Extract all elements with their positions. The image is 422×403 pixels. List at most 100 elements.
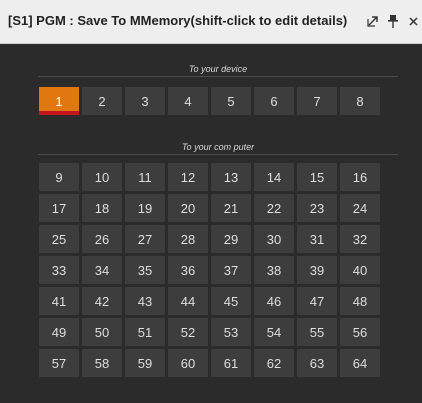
computer-memory-button-15[interactable]: 15	[297, 163, 337, 191]
memory-slot-label: 28	[180, 231, 196, 247]
computer-memory-button-50[interactable]: 50	[82, 318, 122, 346]
close-icon[interactable]	[406, 13, 420, 29]
memory-slot-label: 36	[180, 262, 196, 278]
computer-memory-button-20[interactable]: 20	[168, 194, 208, 222]
computer-memory-button-13[interactable]: 13	[211, 163, 251, 191]
computer-memory-button-56[interactable]: 56	[340, 318, 380, 346]
memory-slot-label: 6	[270, 93, 278, 109]
memory-slot-label: 20	[180, 200, 196, 216]
computer-memory-button-60[interactable]: 60	[168, 349, 208, 377]
device-memory-button-1[interactable]: 1	[39, 87, 79, 115]
memory-slot-label: 43	[137, 293, 153, 309]
computer-memory-button-22[interactable]: 22	[254, 194, 294, 222]
computer-memory-button-62[interactable]: 62	[254, 349, 294, 377]
memory-slot-label: 53	[223, 324, 239, 340]
computer-memory-button-44[interactable]: 44	[168, 287, 208, 315]
computer-memory-button-26[interactable]: 26	[82, 225, 122, 253]
computer-memory-button-9[interactable]: 9	[39, 163, 79, 191]
computer-memory-button-47[interactable]: 47	[297, 287, 337, 315]
computer-memory-button-40[interactable]: 40	[340, 256, 380, 284]
computer-memory-button-52[interactable]: 52	[168, 318, 208, 346]
memory-slot-label: 39	[309, 262, 325, 278]
computer-memory-button-59[interactable]: 59	[125, 349, 165, 377]
popout-icon[interactable]	[366, 13, 380, 29]
memory-slot-label: 21	[223, 200, 239, 216]
computer-memory-button-48[interactable]: 48	[340, 287, 380, 315]
computer-memory-button-53[interactable]: 53	[211, 318, 251, 346]
computer-memory-button-23[interactable]: 23	[297, 194, 337, 222]
device-memory-button-8[interactable]: 8	[340, 87, 380, 115]
computer-memory-button-38[interactable]: 38	[254, 256, 294, 284]
memory-slot-label: 25	[51, 231, 67, 247]
memory-slot-label: 61	[223, 355, 239, 371]
computer-memory-button-49[interactable]: 49	[39, 318, 79, 346]
memory-slot-label: 3	[141, 93, 149, 109]
computer-memory-button-43[interactable]: 43	[125, 287, 165, 315]
computer-memory-button-42[interactable]: 42	[82, 287, 122, 315]
computer-memory-button-55[interactable]: 55	[297, 318, 337, 346]
computer-memory-button-14[interactable]: 14	[254, 163, 294, 191]
memory-slot-label: 64	[352, 355, 368, 371]
memory-slot-label: 40	[352, 262, 368, 278]
computer-memory-button-37[interactable]: 37	[211, 256, 251, 284]
computer-memory-button-17[interactable]: 17	[39, 194, 79, 222]
computer-memory-button-28[interactable]: 28	[168, 225, 208, 253]
computer-memory-button-45[interactable]: 45	[211, 287, 251, 315]
device-memory-button-6[interactable]: 6	[254, 87, 294, 115]
computer-memory-button-25[interactable]: 25	[39, 225, 79, 253]
memory-slot-label: 5	[227, 93, 235, 109]
memory-slot-label: 35	[137, 262, 153, 278]
computer-memory-button-29[interactable]: 29	[211, 225, 251, 253]
memory-slot-label: 46	[266, 293, 282, 309]
computer-memory-button-46[interactable]: 46	[254, 287, 294, 315]
memory-slot-label: 50	[94, 324, 110, 340]
memory-slot-label: 10	[94, 169, 110, 185]
memory-slot-label: 19	[137, 200, 153, 216]
memory-slot-label: 34	[94, 262, 110, 278]
computer-memory-button-51[interactable]: 51	[125, 318, 165, 346]
computer-memory-button-33[interactable]: 33	[39, 256, 79, 284]
computer-memory-button-41[interactable]: 41	[39, 287, 79, 315]
computer-memory-button-32[interactable]: 32	[340, 225, 380, 253]
pin-icon[interactable]	[386, 13, 400, 29]
memory-slot-label: 33	[51, 262, 67, 278]
memory-slot-label: 44	[180, 293, 196, 309]
memory-slot-label: 55	[309, 324, 325, 340]
computer-memory-button-21[interactable]: 21	[211, 194, 251, 222]
computer-memory-button-19[interactable]: 19	[125, 194, 165, 222]
computer-memory-button-61[interactable]: 61	[211, 349, 251, 377]
device-memory-button-2[interactable]: 2	[82, 87, 122, 115]
memory-slot-label: 15	[309, 169, 325, 185]
device-memory-button-7[interactable]: 7	[297, 87, 337, 115]
memory-slot-label: 23	[309, 200, 325, 216]
memory-slot-label: 26	[94, 231, 110, 247]
computer-memory-button-63[interactable]: 63	[297, 349, 337, 377]
computer-memory-button-58[interactable]: 58	[82, 349, 122, 377]
computer-memory-button-24[interactable]: 24	[340, 194, 380, 222]
computer-memory-button-31[interactable]: 31	[297, 225, 337, 253]
computer-memory-button-11[interactable]: 11	[125, 163, 165, 191]
computer-memory-button-54[interactable]: 54	[254, 318, 294, 346]
computer-memory-button-57[interactable]: 57	[39, 349, 79, 377]
memory-slot-label: 1	[55, 93, 63, 109]
title-bar: [S1] PGM : Save To MMemory(shift-click t…	[0, 0, 422, 44]
computer-memory-button-30[interactable]: 30	[254, 225, 294, 253]
memory-slot-label: 38	[266, 262, 282, 278]
computer-memory-button-34[interactable]: 34	[82, 256, 122, 284]
device-memory-button-4[interactable]: 4	[168, 87, 208, 115]
device-memory-grid: 1 2 3 4 5 6 7 8	[39, 87, 380, 115]
computer-memory-button-12[interactable]: 12	[168, 163, 208, 191]
memory-slot-label: 54	[266, 324, 282, 340]
computer-memory-button-39[interactable]: 39	[297, 256, 337, 284]
computer-memory-button-35[interactable]: 35	[125, 256, 165, 284]
computer-memory-button-36[interactable]: 36	[168, 256, 208, 284]
memory-slot-label: 2	[98, 93, 106, 109]
computer-memory-button-16[interactable]: 16	[340, 163, 380, 191]
computer-memory-button-18[interactable]: 18	[82, 194, 122, 222]
computer-memory-button-27[interactable]: 27	[125, 225, 165, 253]
device-memory-button-5[interactable]: 5	[211, 87, 251, 115]
computer-memory-grid: 9 10 11 12 13 14 15 16 17 18 19 20 21 22 23 24 25 26 27 28 2…	[39, 163, 380, 377]
device-memory-button-3[interactable]: 3	[125, 87, 165, 115]
computer-memory-button-10[interactable]: 10	[82, 163, 122, 191]
computer-memory-button-64[interactable]: 64	[340, 349, 380, 377]
